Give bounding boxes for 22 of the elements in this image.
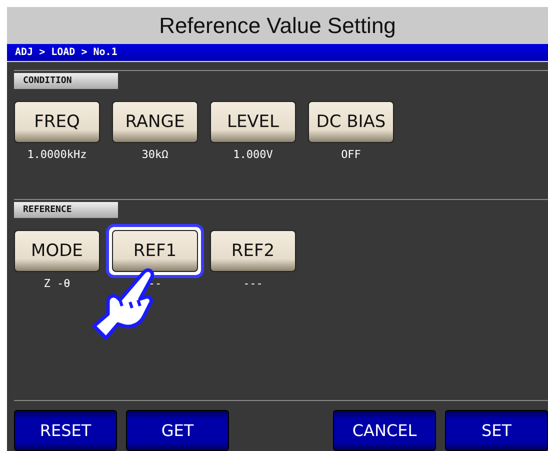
- parameter-value: 30kΩ: [142, 148, 168, 161]
- breadcrumb-bar: ADJ > LOAD > No.1: [7, 44, 548, 62]
- parameter-value: ---: [243, 277, 263, 290]
- section-label: CONDITION: [14, 73, 118, 89]
- footer-button[interactable]: CANCEL: [333, 410, 436, 451]
- footer-button[interactable]: RESET: [14, 410, 117, 451]
- parameter-button[interactable]: REF2: [210, 230, 296, 272]
- parameter-button[interactable]: REF1: [106, 224, 204, 278]
- parameter-value: OFF: [341, 148, 361, 161]
- window-title: Reference Value Setting: [159, 12, 396, 38]
- parameter-button[interactable]: FREQ: [14, 101, 100, 143]
- parameter-button[interactable]: DC BIAS: [308, 101, 394, 143]
- parameter-button[interactable]: RANGE: [112, 101, 198, 143]
- parameter-value: 1.0000kHz: [27, 148, 87, 161]
- parameter-value: --: [148, 277, 162, 290]
- footer-button[interactable]: SET: [445, 410, 548, 451]
- footer-button[interactable]: GET: [126, 410, 229, 451]
- parameter-value: 1.000V: [233, 148, 273, 161]
- section-label: REFERENCE: [14, 202, 118, 218]
- parameter-button[interactable]: MODE: [14, 230, 100, 272]
- parameter-value: Z -θ: [44, 277, 70, 290]
- parameter-button[interactable]: LEVEL: [210, 101, 296, 143]
